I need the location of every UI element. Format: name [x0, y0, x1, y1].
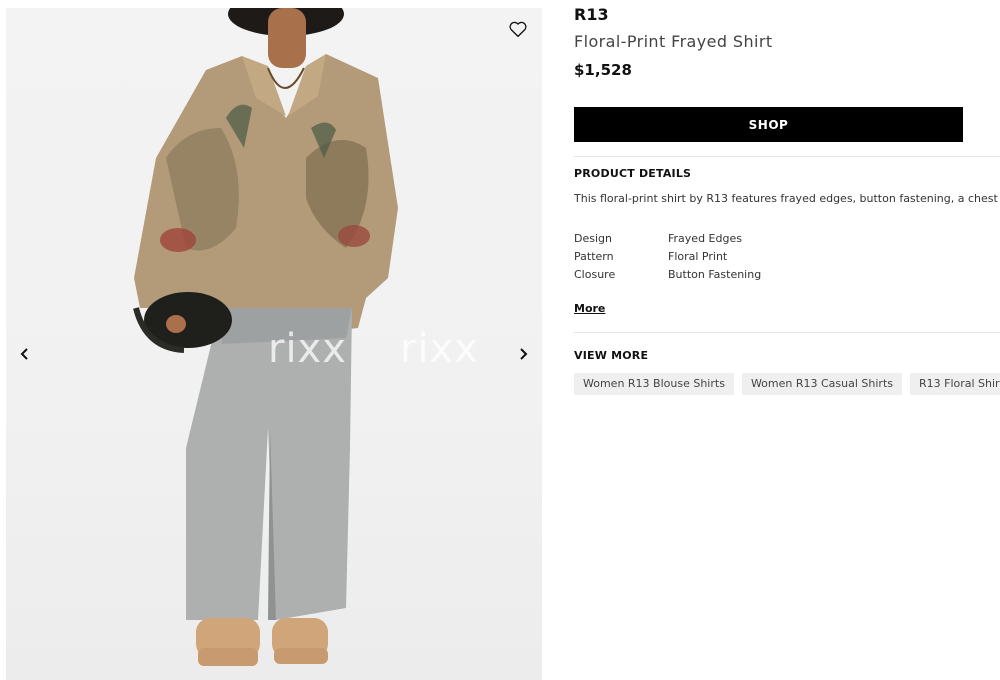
watermark-text: rixx [400, 326, 479, 372]
divider [574, 156, 1000, 157]
product-title: Floral-Print Frayed Shirt [574, 32, 773, 51]
tag-link[interactable]: Women R13 Blouse Shirts [574, 373, 734, 395]
spec-key: Pattern [574, 249, 614, 263]
spec-row: Design Frayed Edges [574, 229, 761, 247]
product-details-heading: PRODUCT DETAILS [574, 167, 692, 180]
wishlist-button[interactable] [508, 20, 530, 40]
shop-button[interactable]: SHOP [574, 107, 963, 142]
spec-row: Pattern Floral Print [574, 247, 761, 265]
spec-value: Frayed Edges [668, 231, 742, 245]
heart-icon [509, 21, 527, 38]
spec-table: Design Frayed Edges Pattern Floral Print… [574, 229, 761, 283]
view-more-tags: Women R13 Blouse Shirts Women R13 Casual… [574, 373, 1000, 395]
spec-row: Closure Button Fastening [574, 265, 761, 283]
spec-key: Closure [574, 267, 616, 281]
product-price: $1,528 [574, 61, 632, 79]
spec-value: Floral Print [668, 249, 728, 263]
divider [574, 332, 1000, 333]
more-link[interactable]: More [574, 302, 605, 315]
next-image-button[interactable] [511, 342, 535, 366]
tag-link[interactable]: R13 Floral Shirts For [909, 373, 1000, 395]
previous-image-button[interactable] [13, 342, 37, 366]
product-description: This floral-print shirt by R13 features … [574, 192, 1000, 205]
chevron-left-icon [20, 348, 28, 360]
spec-value: Button Fastening [668, 267, 762, 281]
view-more-heading: VIEW MORE [574, 349, 649, 362]
watermark-text: rixx [268, 326, 347, 372]
product-info-panel: R13 Floral-Print Frayed Shirt $1,528 SHO… [574, 0, 1000, 680]
product-image-gallery[interactable]: rixx rixx [6, 8, 542, 680]
tag-link[interactable]: Women R13 Casual Shirts [741, 373, 902, 395]
spec-key: Design [574, 231, 612, 245]
brand-name[interactable]: R13 [574, 5, 609, 24]
chevron-right-icon [520, 348, 528, 360]
